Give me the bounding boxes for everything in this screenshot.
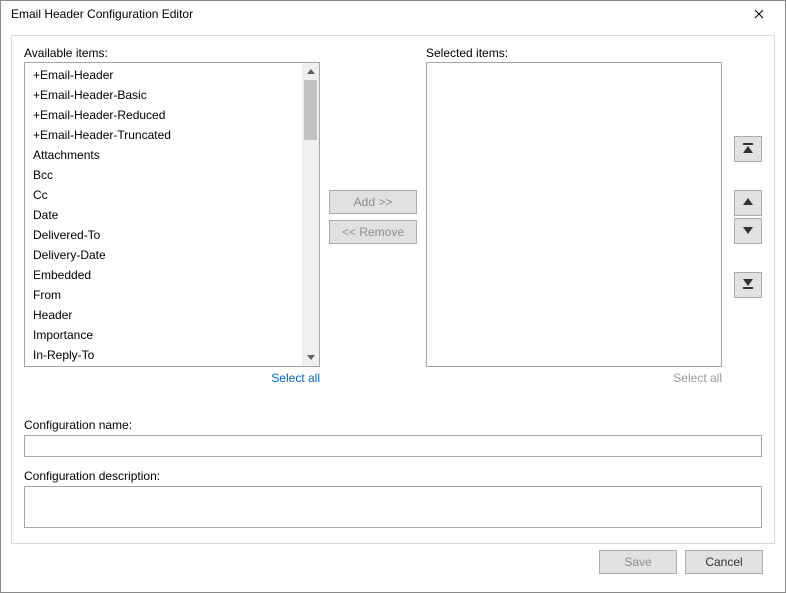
scroll-up-icon[interactable] bbox=[302, 63, 319, 80]
list-item[interactable]: From bbox=[25, 285, 304, 305]
list-item[interactable]: +Email-Header-Reduced bbox=[25, 105, 304, 125]
footer: Save Cancel bbox=[11, 544, 775, 584]
list-item[interactable]: Cc bbox=[25, 185, 304, 205]
close-button[interactable] bbox=[739, 1, 779, 27]
list-item[interactable]: Delivered-To bbox=[25, 225, 304, 245]
available-select-all-row: Select all bbox=[24, 367, 320, 385]
selected-items-label: Selected items: bbox=[426, 46, 722, 60]
remove-button[interactable]: << Remove bbox=[329, 220, 417, 244]
list-item[interactable]: +Email-Header bbox=[25, 65, 304, 85]
config-desc-input[interactable] bbox=[24, 486, 762, 528]
scroll-thumb[interactable] bbox=[304, 80, 317, 140]
list-item[interactable]: Embedded bbox=[25, 265, 304, 285]
list-item[interactable]: Header bbox=[25, 305, 304, 325]
dialog-window: Email Header Configuration Editor Availa… bbox=[0, 0, 786, 593]
selected-column: Selected items: Select all bbox=[426, 46, 722, 406]
transfer-buttons-column: Add >> << Remove bbox=[320, 46, 426, 406]
move-down-icon bbox=[742, 224, 754, 239]
titlebar: Email Header Configuration Editor bbox=[1, 1, 785, 27]
add-button[interactable]: Add >> bbox=[329, 190, 417, 214]
config-name-row: Configuration name: bbox=[24, 418, 762, 457]
move-up-icon bbox=[742, 196, 754, 211]
config-name-label: Configuration name: bbox=[24, 418, 762, 432]
list-item[interactable]: Bcc bbox=[25, 165, 304, 185]
list-item[interactable]: Message-ID bbox=[25, 365, 304, 366]
scroll-down-icon[interactable] bbox=[302, 349, 319, 366]
move-top-icon bbox=[742, 142, 754, 157]
available-items-listbox[interactable]: +Email-Header+Email-Header-Basic+Email-H… bbox=[24, 62, 320, 367]
move-top-button[interactable] bbox=[734, 136, 762, 162]
list-item[interactable]: Attachments bbox=[25, 145, 304, 165]
main-panel: Available items: +Email-Header+Email-Hea… bbox=[11, 35, 775, 544]
available-items-label: Available items: bbox=[24, 46, 320, 60]
cancel-button[interactable]: Cancel bbox=[685, 550, 763, 574]
move-up-button[interactable] bbox=[734, 190, 762, 216]
save-button[interactable]: Save bbox=[599, 550, 677, 574]
selected-items-listbox[interactable] bbox=[426, 62, 722, 367]
move-down-button[interactable] bbox=[734, 218, 762, 244]
window-title: Email Header Configuration Editor bbox=[11, 7, 739, 21]
list-item[interactable]: +Email-Header-Truncated bbox=[25, 125, 304, 145]
selected-items-inner bbox=[427, 63, 706, 366]
move-bottom-button[interactable] bbox=[734, 272, 762, 298]
available-scrollbar[interactable] bbox=[302, 63, 319, 366]
config-desc-row: Configuration description: bbox=[24, 469, 762, 531]
content-area: Available items: +Email-Header+Email-Hea… bbox=[1, 27, 785, 593]
config-desc-label: Configuration description: bbox=[24, 469, 762, 483]
list-item[interactable]: Date bbox=[25, 205, 304, 225]
lists-row: Available items: +Email-Header+Email-Hea… bbox=[24, 46, 762, 406]
selected-select-all-row: Select all bbox=[426, 367, 722, 385]
scroll-track[interactable] bbox=[302, 80, 319, 349]
close-icon bbox=[754, 7, 764, 22]
available-select-all-link[interactable]: Select all bbox=[271, 371, 320, 385]
available-column: Available items: +Email-Header+Email-Hea… bbox=[24, 46, 320, 406]
move-bottom-icon bbox=[742, 278, 754, 293]
selected-select-all-link: Select all bbox=[673, 371, 722, 385]
list-item[interactable]: Importance bbox=[25, 325, 304, 345]
list-item[interactable]: In-Reply-To bbox=[25, 345, 304, 365]
config-name-input[interactable] bbox=[24, 435, 762, 457]
reorder-column bbox=[722, 46, 762, 406]
list-item[interactable]: Delivery-Date bbox=[25, 245, 304, 265]
available-items-inner: +Email-Header+Email-Header-Basic+Email-H… bbox=[25, 63, 304, 366]
list-item[interactable]: +Email-Header-Basic bbox=[25, 85, 304, 105]
